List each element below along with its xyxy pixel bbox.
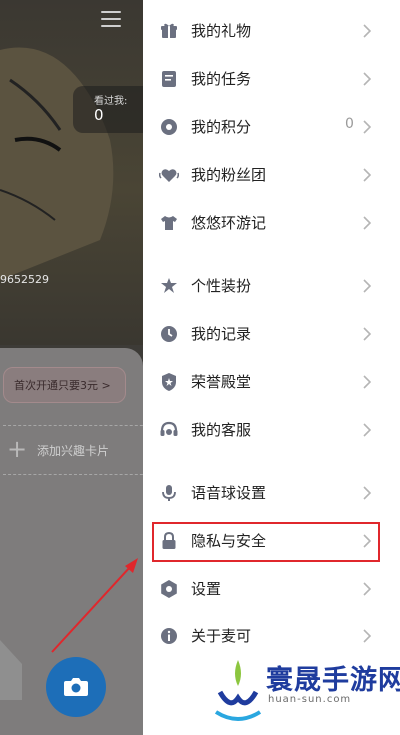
vip-promo-button[interactable]: 首次开通只要3元 > xyxy=(3,367,126,403)
headset-icon xyxy=(160,421,178,436)
camera-icon xyxy=(64,678,88,696)
points-value: 0 xyxy=(345,116,354,132)
watermark: 寰晟手游网 huan-sun.com xyxy=(208,652,400,735)
menu-item-label: 我的客服 xyxy=(191,421,252,439)
chevron-right-icon xyxy=(363,120,371,134)
menu-item-dress-up[interactable]: 个性装扮 xyxy=(143,262,400,310)
user-id: 9652529 xyxy=(0,273,49,286)
vip-promo-label: 首次开通只要3元 > xyxy=(14,379,111,392)
task-icon xyxy=(162,71,176,87)
chevron-right-icon xyxy=(363,279,371,293)
menu-item-points[interactable]: 我的积分 0 xyxy=(143,103,400,151)
menu-item-label: 我的记录 xyxy=(191,325,252,343)
chevron-right-icon xyxy=(363,375,371,389)
watermark-subtitle: huan-sun.com xyxy=(268,694,352,705)
camera-button[interactable] xyxy=(46,657,106,717)
menu-item-label: 个性装扮 xyxy=(191,277,252,295)
gift-icon xyxy=(161,23,177,38)
shirt-icon xyxy=(161,216,177,230)
menu-icon[interactable] xyxy=(101,11,121,27)
menu-item-label: 我的粉丝团 xyxy=(191,166,267,184)
dress-up-icon xyxy=(161,278,177,293)
clock-icon xyxy=(161,326,177,342)
menu-item-label: 荣誉殿堂 xyxy=(191,373,252,391)
menu-item-voice-ball-settings[interactable]: 语音球设置 xyxy=(143,469,400,517)
menu-item-settings[interactable]: 设置 xyxy=(143,565,400,613)
menu-item-label: 我的任务 xyxy=(191,70,252,88)
menu-item-customer-service[interactable]: 我的客服 xyxy=(143,406,400,454)
add-card-label: 添加兴趣卡片 xyxy=(37,444,110,458)
visitor-counter[interactable]: 看过我: 0 xyxy=(73,86,153,133)
watermark-title: 寰晟手游网 xyxy=(266,665,400,696)
points-icon xyxy=(161,119,177,135)
chevron-right-icon xyxy=(363,486,371,500)
menu-item-travel[interactable]: 悠悠环游记 xyxy=(143,199,400,247)
profile-cover-image xyxy=(0,0,143,345)
menu-item-tasks[interactable]: 我的任务 xyxy=(143,55,400,103)
menu-item-label: 悠悠环游记 xyxy=(191,214,267,232)
visitor-count: 0 xyxy=(94,106,104,124)
menu-item-gifts[interactable]: 我的礼物 xyxy=(143,7,400,55)
chevron-right-icon xyxy=(363,168,371,182)
menu-item-honor-hall[interactable]: 荣誉殿堂 xyxy=(143,358,400,406)
menu-item-records[interactable]: 我的记录 xyxy=(143,310,400,358)
settings-icon xyxy=(161,580,177,598)
chevron-right-icon xyxy=(363,629,371,643)
side-drawer-menu: 我的礼物 我的任务 我的积分 0 我的粉丝团 悠悠环游记 个性装扮 我的记录 荣… xyxy=(143,0,400,735)
chevron-right-icon xyxy=(363,72,371,86)
menu-item-label: 我的积分 xyxy=(191,118,252,136)
add-interest-card-button[interactable]: + 添加兴趣卡片 xyxy=(3,425,153,475)
watermark-logo xyxy=(214,660,262,721)
menu-item-label: 关于麦可 xyxy=(191,627,252,645)
menu-item-fan-club[interactable]: 我的粉丝团 xyxy=(143,151,400,199)
privacy-highlight-box xyxy=(152,522,380,562)
chevron-right-icon xyxy=(363,327,371,341)
menu-divider xyxy=(143,248,400,258)
menu-item-label: 设置 xyxy=(191,580,222,598)
menu-item-label: 我的礼物 xyxy=(191,22,252,40)
plus-icon: + xyxy=(7,435,28,463)
menu-divider xyxy=(143,455,400,465)
visitor-label: 看过我: xyxy=(94,96,128,107)
chevron-right-icon xyxy=(363,423,371,437)
shield-icon xyxy=(162,373,176,391)
fan-club-icon xyxy=(159,169,179,182)
chevron-right-icon xyxy=(363,24,371,38)
chevron-right-icon xyxy=(363,216,371,230)
chevron-right-icon xyxy=(363,582,371,596)
microphone-icon xyxy=(162,485,176,501)
menu-item-label: 语音球设置 xyxy=(191,484,267,502)
info-icon xyxy=(161,628,177,644)
